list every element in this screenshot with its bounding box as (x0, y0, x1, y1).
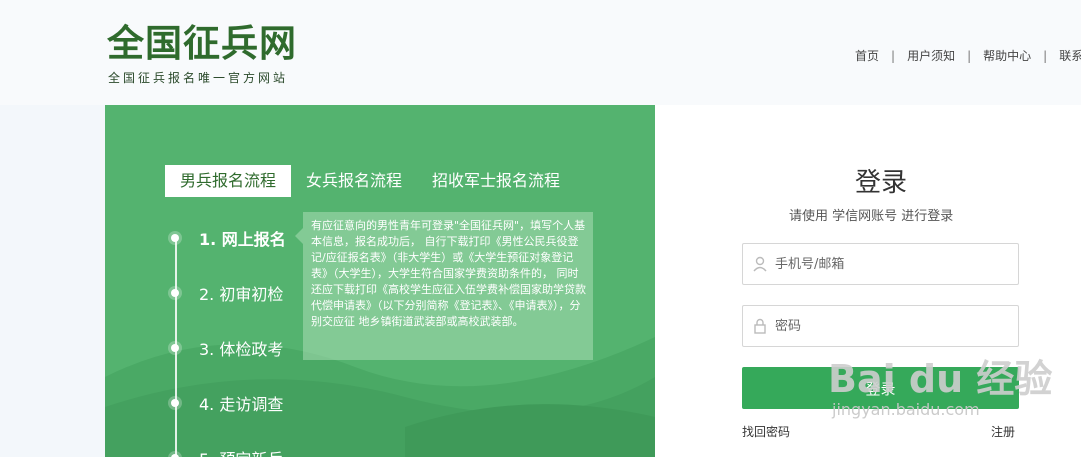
nav-help-center[interactable]: 帮助中心 (983, 47, 1031, 64)
baidu-jingyan-watermark: Bai du 经验 jingyan.baidu.com (828, 340, 1052, 435)
watermark-logo-text: Bai du 经验 (828, 357, 1053, 401)
step-dot-icon (171, 399, 179, 407)
step-pre-selection[interactable]: 5. 预定新兵 (167, 445, 283, 457)
username-field[interactable] (742, 243, 1019, 285)
forgot-password-link[interactable]: 找回密码 (742, 423, 790, 440)
step-label: 2. 初审初检 (199, 285, 284, 304)
step-label: 1. 网上报名 (199, 230, 286, 249)
site-slogan: 全国征兵报名唯一官方网站 (108, 71, 289, 85)
step-label: 4. 走访调查 (199, 395, 284, 414)
login-title: 登录 (855, 168, 908, 198)
step-online-registration[interactable]: 1. 网上报名 (167, 225, 286, 251)
registration-process-panel: 男兵报名流程 女兵报名流程 招收军士报名流程 1. 网上报名 2. 初审初检 3… (105, 105, 655, 457)
user-icon (753, 256, 767, 272)
step-description-tooltip: 有应征意向的男性青年可登录"全国征兵网"，填写个人基本信息，报名成功后， 自行下… (303, 212, 593, 360)
nav-separator: | (1043, 48, 1048, 63)
username-input[interactable] (773, 255, 1018, 273)
tab-male-process[interactable]: 男兵报名流程 (165, 165, 292, 197)
nav-home[interactable]: 首页 (855, 47, 879, 64)
nav-user-notice[interactable]: 用户须知 (907, 47, 955, 64)
login-subtitle: 请使用 学信网账号 进行登录 (789, 209, 954, 224)
tab-female-process[interactable]: 女兵报名流程 (291, 165, 417, 197)
site-header: 全国征兵网 全国征兵报名唯一官方网站 首页 | 用户须知 | 帮助中心 | 联系 (0, 0, 1081, 105)
tooltip-arrow (295, 228, 303, 244)
site-logo[interactable]: 全国征兵网 (107, 22, 297, 66)
nav-separator: | (891, 48, 896, 63)
step-home-visit[interactable]: 4. 走访调查 (167, 390, 283, 416)
step-physical-political-exam[interactable]: 3. 体检政考 (167, 335, 283, 361)
tab-sergeant-process[interactable]: 招收军士报名流程 (417, 165, 575, 197)
step-dot-icon (171, 289, 179, 297)
step-dot-icon (171, 234, 179, 242)
step-dot-icon (171, 344, 179, 352)
step-label: 5. 预定新兵 (199, 446, 283, 457)
step-label: 3. 体检政考 (199, 340, 284, 359)
step-preliminary-check[interactable]: 2. 初审初检 (167, 280, 283, 306)
process-tabs: 男兵报名流程 女兵报名流程 招收军士报名流程 (165, 165, 575, 197)
lock-icon (754, 318, 766, 334)
nav-contact[interactable]: 联系 (1059, 47, 1081, 64)
password-input[interactable] (773, 317, 1018, 335)
nav-separator: | (967, 48, 972, 63)
watermark-url-text: jingyan.baidu.com (832, 400, 980, 419)
top-nav: 首页 | 用户须知 | 帮助中心 | 联系 (855, 47, 1081, 64)
